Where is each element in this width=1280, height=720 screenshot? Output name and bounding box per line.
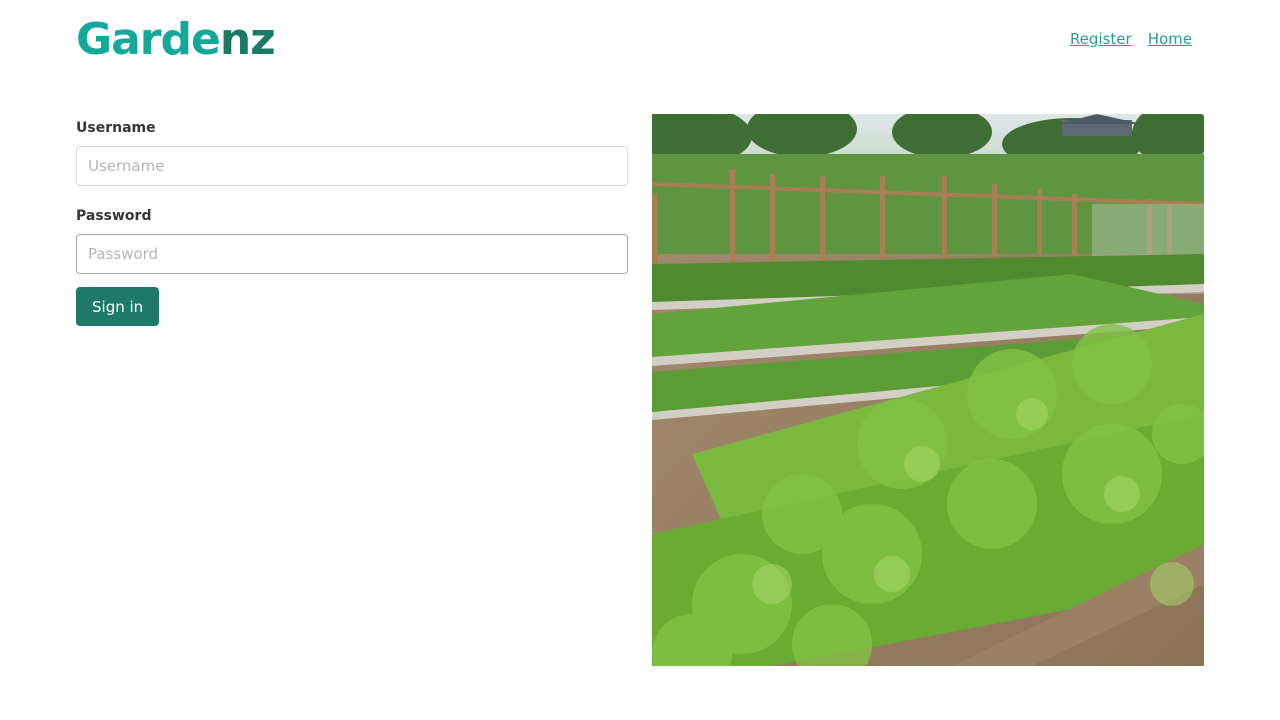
home-link[interactable]: Home: [1148, 30, 1192, 48]
garden-photo: [652, 114, 1204, 666]
logo-text-part1: Garde: [76, 14, 221, 65]
password-label: Password: [76, 208, 152, 224]
password-input[interactable]: [76, 234, 628, 274]
sign-in-form: Username Password Sign in: [76, 114, 628, 326]
sign-in-button[interactable]: Sign in: [76, 287, 160, 326]
register-link[interactable]: Register: [1070, 30, 1132, 48]
top-nav: Register Home: [1070, 30, 1192, 48]
username-input[interactable]: [76, 146, 628, 186]
logo-text-part2: nz: [219, 14, 276, 65]
logo[interactable]: Gardenz: [76, 14, 276, 66]
username-label: Username: [76, 120, 156, 136]
garden-illustration: [652, 114, 1204, 666]
